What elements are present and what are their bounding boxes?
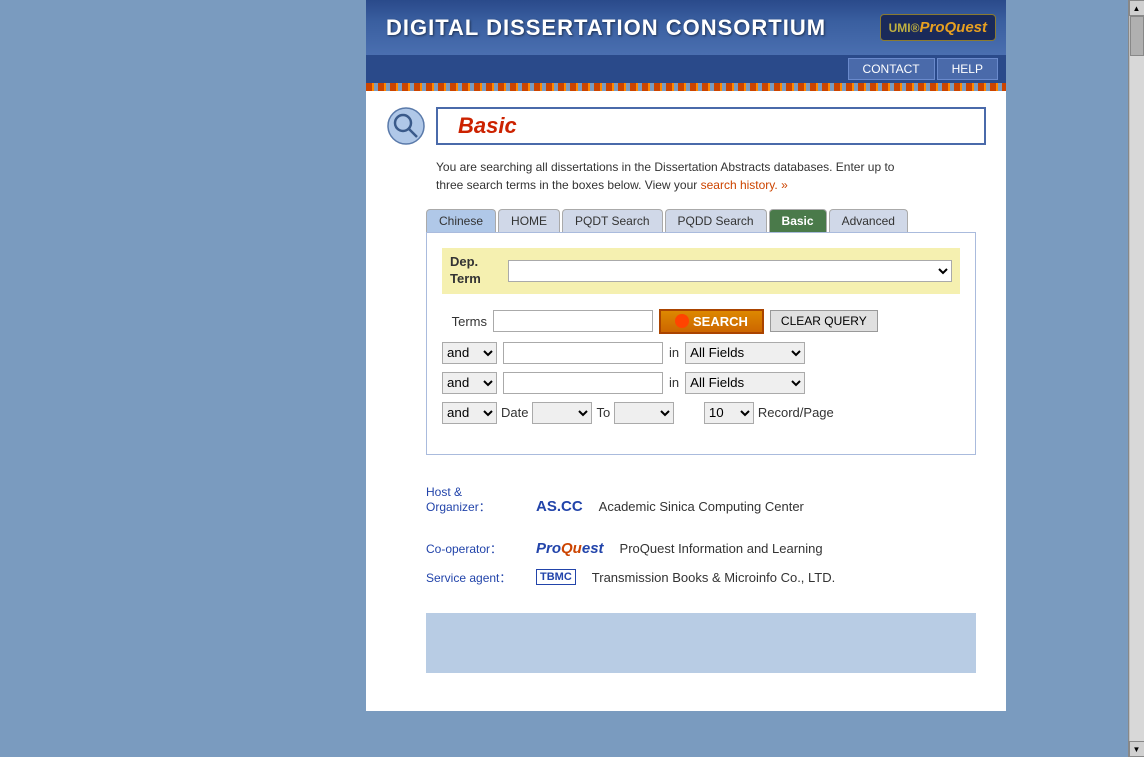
description-text-2: three search terms in the boxes below. V… xyxy=(436,178,697,192)
terms-input-1[interactable] xyxy=(493,310,653,332)
field-select-2[interactable]: All Fields Title Author Abstract xyxy=(685,372,805,394)
date-label: Date xyxy=(501,405,528,420)
to-label: To xyxy=(596,405,610,420)
field-input-2[interactable] xyxy=(503,372,663,394)
tbmc-logo: TBMC xyxy=(536,569,576,585)
operator-select-3[interactable]: and or not xyxy=(442,402,497,424)
scroll-track[interactable] xyxy=(1130,16,1144,741)
umi-logo: UMI® xyxy=(889,21,920,35)
left-sidebar xyxy=(0,0,244,757)
date-from-select[interactable] xyxy=(532,402,592,424)
in-label-2: in xyxy=(669,375,679,390)
terms-row: Terms SEARCH CLEAR QUERY xyxy=(442,309,960,334)
scroll-thumb[interactable] xyxy=(1130,16,1144,56)
orange-divider xyxy=(366,83,1006,91)
host-row: Host &Organizer： AS.CC Academic Sinica C… xyxy=(426,485,986,528)
clear-query-button[interactable]: CLEAR QUERY xyxy=(770,310,878,332)
page-title: Basic xyxy=(458,113,517,138)
date-to-select[interactable] xyxy=(614,402,674,424)
tab-chinese[interactable]: Chinese xyxy=(426,209,496,232)
search-button[interactable]: SEARCH xyxy=(659,309,764,334)
dep-term-select[interactable] xyxy=(508,260,952,282)
dep-term-label: Dep.Term xyxy=(450,254,500,288)
header-banner: DIGITAL DISSERTATION CONSORTIUM UMI® Pro… xyxy=(366,0,1006,55)
proquest-logo-footer: ProQuest xyxy=(536,540,604,557)
terms-label: Terms xyxy=(442,314,487,329)
operator-row-1: and or not in All Fields Title Author Ab… xyxy=(442,342,960,364)
blue-footer-area xyxy=(426,613,976,673)
scroll-up-button[interactable]: ▲ xyxy=(1129,0,1144,16)
tab-pqdt[interactable]: PQDT Search xyxy=(562,209,662,232)
header-logo: UMI® ProQuest xyxy=(880,14,996,41)
search-history-link[interactable]: search history. » xyxy=(701,178,788,192)
host-organizer-label: Host &Organizer： xyxy=(426,485,526,516)
records-per-page-select[interactable]: 10 20 50 100 xyxy=(704,402,754,424)
content-area: Basic You are searching all dissertation… xyxy=(366,91,1006,711)
search-button-label: SEARCH xyxy=(693,314,748,329)
service-agent-row: Service agent： TBMC Transmission Books &… xyxy=(426,569,986,586)
site-title: DIGITAL DISSERTATION CONSORTIUM xyxy=(386,15,826,41)
proquest-logo: ProQuest xyxy=(919,19,987,36)
main-content: DIGITAL DISSERTATION CONSORTIUM UMI® Pro… xyxy=(244,0,1128,757)
record-page-label: Record/Page xyxy=(758,405,834,420)
contact-button[interactable]: CONTACT xyxy=(848,58,935,80)
in-label-1: in xyxy=(669,345,679,360)
scrollbar[interactable]: ▲ ▼ xyxy=(1128,0,1144,757)
operator-select-1[interactable]: and or not xyxy=(442,342,497,364)
ascc-logo: AS.CC xyxy=(536,498,583,515)
search-btn-icon xyxy=(675,314,689,328)
description-text-1: You are searching all dissertations in t… xyxy=(436,160,894,174)
field-select-1[interactable]: All Fields Title Author Abstract xyxy=(685,342,805,364)
co-operator-row: Co-operator： ProQuest ProQuest Informati… xyxy=(426,540,986,557)
scroll-down-button[interactable]: ▼ xyxy=(1129,741,1144,757)
service-agent-label: Service agent： xyxy=(426,569,526,586)
tabs-bar: Chinese HOME PQDT Search PQDD Search Bas… xyxy=(426,209,986,232)
dep-term-row: Dep.Term xyxy=(442,248,960,294)
field-input-1[interactable] xyxy=(503,342,663,364)
footer-info: Host &Organizer： AS.CC Academic Sinica C… xyxy=(426,475,986,608)
co-operator-label: Co-operator： xyxy=(426,540,526,557)
host-name: Academic Sinica Computing Center xyxy=(599,499,804,514)
tab-pqdd[interactable]: PQDD Search xyxy=(665,209,767,232)
co-operator-name: ProQuest Information and Learning xyxy=(620,541,823,556)
title-box: Basic xyxy=(436,107,986,145)
help-button[interactable]: HELP xyxy=(937,58,998,80)
search-icon xyxy=(386,106,426,146)
search-form: Dep.Term Terms SEARCH CLEAR QUERY xyxy=(426,232,976,455)
tab-basic[interactable]: Basic xyxy=(769,209,827,232)
operator-row-2: and or not in All Fields Title Author Ab… xyxy=(442,372,960,394)
tab-advanced[interactable]: Advanced xyxy=(829,209,908,232)
description: You are searching all dissertations in t… xyxy=(436,158,986,194)
service-agent-name: Transmission Books & Microinfo Co., LTD. xyxy=(592,570,835,585)
operator-select-2[interactable]: and or not xyxy=(442,372,497,394)
page-title-bar: Basic xyxy=(386,106,986,146)
tab-home[interactable]: HOME xyxy=(498,209,560,232)
date-row: and or not Date To 10 2 xyxy=(442,402,960,424)
nav-bar: CONTACT HELP xyxy=(366,55,1006,83)
